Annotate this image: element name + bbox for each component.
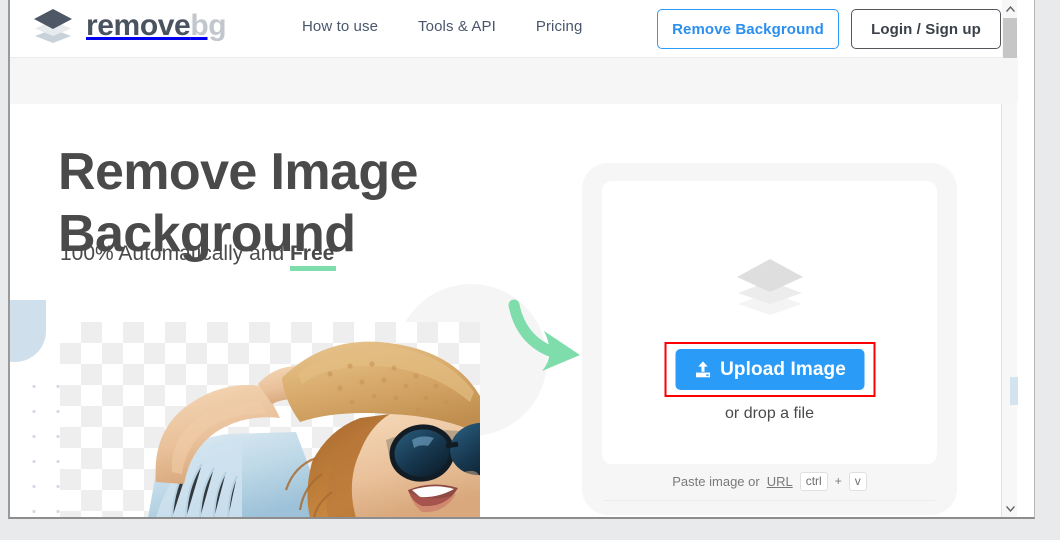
upload-image-button-label: Upload Image: [720, 358, 846, 380]
upload-card: Upload Image or drop a file Paste image …: [582, 163, 957, 515]
logo-text-remove: remove: [86, 9, 191, 42]
dropzone[interactable]: Upload Image or drop a file: [602, 181, 937, 464]
nav-link-tools-api[interactable]: Tools & API: [418, 18, 496, 35]
paste-image-row: Paste image or URL ctrl + v: [602, 466, 937, 496]
nav-link-pricing[interactable]: Pricing: [536, 18, 583, 35]
decorative-blue-half-circle: [10, 300, 46, 362]
layers-stack-icon: [734, 259, 806, 315]
kbd-plus: +: [834, 474, 842, 488]
page-subtitle-prefix: 100% Automatically and: [60, 242, 290, 265]
site-header: removebg How to use Tools & API Pricing …: [10, 0, 1002, 58]
sample-photo-woman-with-hat: [60, 322, 480, 517]
remove-background-button[interactable]: Remove Background: [657, 9, 839, 49]
page-title-line1: Remove Image: [58, 142, 418, 201]
logo-wordmark: removebg: [86, 9, 227, 42]
logo-text-bg: bg: [190, 9, 227, 42]
login-signup-button[interactable]: Login / Sign up: [851, 9, 1001, 49]
kbd-ctrl: ctrl: [799, 471, 828, 491]
header-actions: Remove Background Login / Sign up: [657, 9, 1001, 49]
upload-image-button[interactable]: Upload Image: [675, 349, 864, 390]
page-subtitle: 100% Automatically and Free: [60, 242, 337, 271]
layers-stack-icon: [32, 9, 74, 43]
paste-image-label: Paste image or: [672, 473, 760, 489]
site-logo[interactable]: removebg: [32, 9, 227, 43]
hero-background-band: [10, 58, 1018, 104]
page-subtitle-highlight: Free: [289, 242, 337, 271]
main-navigation: How to use Tools & API Pricing: [302, 18, 582, 35]
browser-viewport: removebg How to use Tools & API Pricing …: [8, 0, 1035, 519]
paste-url-link[interactable]: URL: [767, 474, 793, 489]
scroll-up-arrow-icon[interactable]: [1002, 0, 1018, 17]
drop-a-file-hint: or drop a file: [725, 405, 814, 422]
page-content: removebg How to use Tools & API Pricing …: [10, 0, 1018, 517]
scroll-down-arrow-icon[interactable]: [1002, 500, 1018, 517]
decorative-blue-square: [1010, 377, 1018, 405]
nav-link-how-to-use[interactable]: How to use: [302, 18, 378, 35]
upload-arrow-icon: [693, 360, 712, 379]
browser-window: removebg How to use Tools & API Pricing …: [0, 0, 1060, 540]
kbd-v: v: [848, 471, 867, 491]
card-divider: [604, 500, 935, 501]
